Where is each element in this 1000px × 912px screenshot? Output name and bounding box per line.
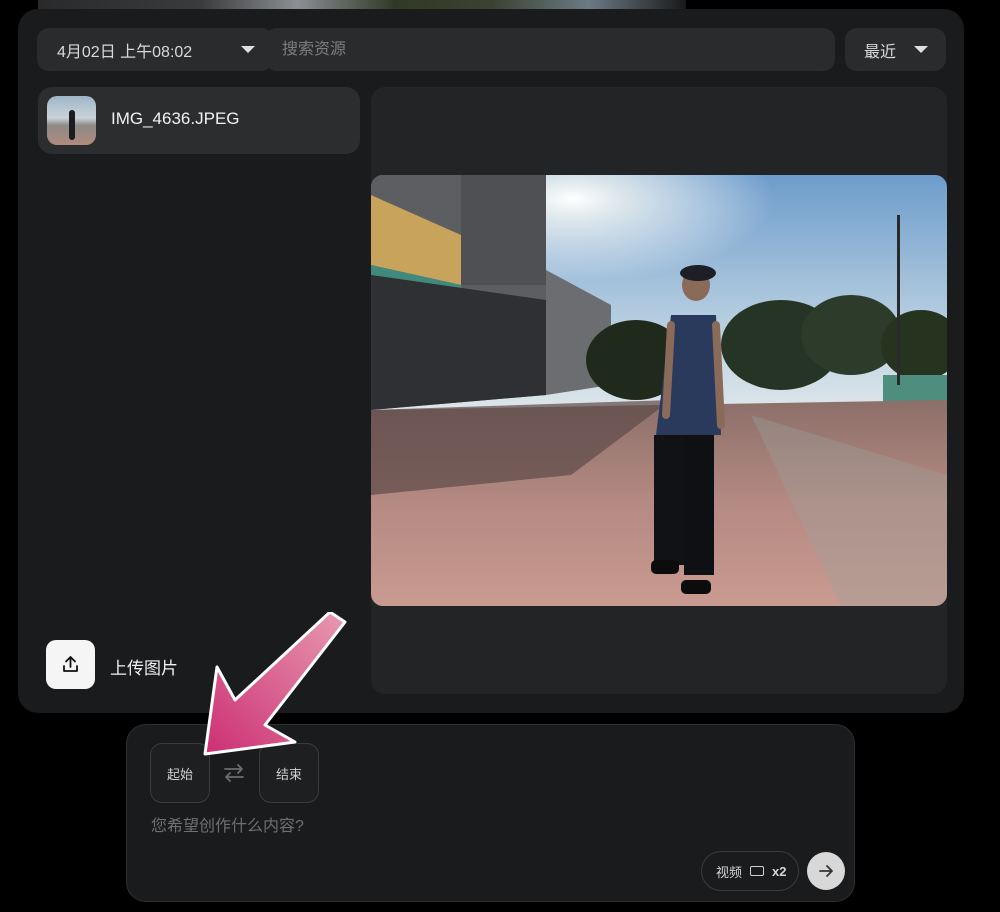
aspect-ratio-icon bbox=[750, 866, 765, 876]
image-preview-pane bbox=[371, 87, 947, 694]
upload-icon bbox=[46, 640, 95, 689]
mode-label: 视频 bbox=[716, 864, 743, 880]
scrolled-content-strip bbox=[38, 0, 686, 9]
send-button[interactable] bbox=[807, 852, 845, 890]
upload-label: 上传图片 bbox=[110, 659, 178, 678]
chevron-down-icon bbox=[914, 46, 928, 53]
arrow-right-icon bbox=[819, 865, 833, 877]
asset-picker-panel: 4月02日 上午08:02 最近 IMG_4636.JPEG 上传图片 bbox=[18, 9, 964, 713]
prompt-input[interactable] bbox=[149, 813, 713, 841]
generation-mode-chip[interactable]: 视频 x2 bbox=[701, 851, 799, 891]
preview-photo bbox=[371, 175, 947, 606]
app-root: 4月02日 上午08:02 最近 IMG_4636.JPEG 上传图片 bbox=[0, 0, 1000, 912]
sort-dropdown[interactable]: 最近 bbox=[845, 28, 946, 71]
date-filter-label: 4月02日 上午08:02 bbox=[57, 43, 193, 61]
thumbnail-figure bbox=[69, 110, 75, 140]
date-filter-dropdown[interactable]: 4月02日 上午08:02 bbox=[37, 28, 273, 71]
search-input[interactable] bbox=[265, 28, 835, 71]
annotation-arrow-icon bbox=[203, 612, 347, 756]
swap-icon[interactable] bbox=[222, 763, 246, 788]
file-name: IMG_4636.JPEG bbox=[111, 109, 240, 128]
chevron-down-icon bbox=[241, 46, 255, 53]
sort-label: 最近 bbox=[864, 43, 897, 61]
file-list-item[interactable]: IMG_4636.JPEG bbox=[38, 87, 360, 154]
count-label: x2 bbox=[772, 863, 787, 879]
image-thumbnail bbox=[47, 96, 96, 145]
